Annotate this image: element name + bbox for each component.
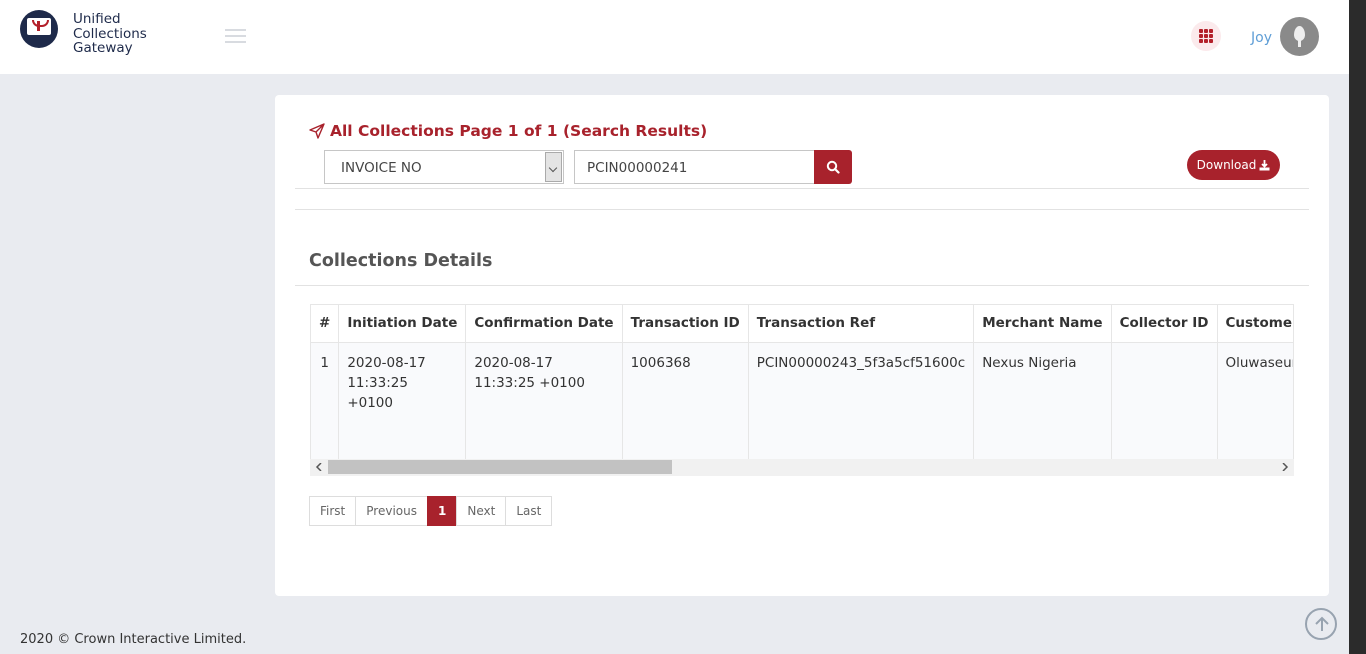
- divider: [295, 285, 1309, 286]
- column-header[interactable]: Confirmation Date: [465, 305, 623, 343]
- logo-line-1: Unified: [73, 11, 121, 27]
- search-button[interactable]: [814, 150, 852, 184]
- table-header-row: # Initiation Date Confirmation Date Tran…: [311, 305, 1293, 343]
- apps-grid-icon: [1199, 29, 1213, 43]
- footer-text: 2020 © Crown Interactive Limited.: [20, 632, 247, 647]
- cell-confirmation-date: 2020-08-17 11:33:25 +0100: [465, 342, 623, 459]
- user-name[interactable]: Joy: [1251, 30, 1272, 46]
- collections-table: # Initiation Date Confirmation Date Tran…: [310, 304, 1294, 476]
- cell-transaction-id: 1006368: [622, 342, 749, 459]
- cell-customer-name: Oluwaseun: [1217, 342, 1293, 459]
- column-header[interactable]: Transaction ID: [622, 305, 749, 343]
- search-input-value: PCIN00000241: [587, 160, 688, 176]
- hamburger-menu-icon[interactable]: [225, 29, 246, 44]
- search-icon: [826, 160, 840, 174]
- apps-grid-button[interactable]: [1191, 21, 1221, 51]
- scroll-right-icon[interactable]: [1281, 463, 1289, 471]
- cell-transaction-ref: PCIN00000243_5f3a5cf51600c: [748, 342, 975, 459]
- download-label: Download: [1196, 158, 1257, 172]
- column-header[interactable]: Transaction Ref: [748, 305, 975, 343]
- column-header[interactable]: #: [311, 305, 340, 343]
- cell-merchant-name: Nexus Nigeria: [973, 342, 1112, 459]
- filter-select[interactable]: INVOICE NO: [324, 150, 564, 184]
- download-icon: [1259, 159, 1270, 170]
- chevron-down-icon[interactable]: [545, 152, 562, 182]
- column-header[interactable]: Collector ID: [1111, 305, 1218, 343]
- top-header: Unified Collections Gateway Joy: [0, 0, 1349, 74]
- scroll-left-icon[interactable]: [315, 463, 323, 471]
- logo-line-2: Collections: [73, 25, 147, 42]
- table-row[interactable]: 1 2020-08-17 11:33:25 +0100 2020-08-17 1…: [311, 342, 1293, 459]
- cell-num: 1: [311, 342, 340, 459]
- logo-text[interactable]: Unified Collections Gateway: [73, 12, 173, 56]
- pager-next[interactable]: Next: [456, 496, 507, 526]
- divider: [295, 209, 1309, 210]
- search-input[interactable]: PCIN00000241: [574, 150, 815, 184]
- logo-line-3: Gateway: [73, 40, 133, 56]
- pagination: First Previous 1 Next Last: [309, 496, 553, 526]
- scrollbar-thumb[interactable]: [328, 460, 672, 474]
- arrow-up-icon: [1315, 616, 1329, 631]
- pager-first[interactable]: First: [309, 496, 357, 526]
- column-header[interactable]: Customer Name: [1217, 305, 1293, 343]
- pager-previous[interactable]: Previous: [355, 496, 428, 526]
- filter-select-value: INVOICE NO: [341, 160, 422, 176]
- page-title: All Collections Page 1 of 1 (Search Resu…: [309, 122, 707, 140]
- cell-initiation-date: 2020-08-17 11:33:25 +0100: [338, 342, 467, 459]
- download-button[interactable]: Download: [1187, 150, 1280, 180]
- user-avatar[interactable]: [1280, 17, 1319, 56]
- pager-current-page[interactable]: 1: [426, 496, 458, 526]
- logo-icon[interactable]: [20, 10, 58, 48]
- section-title: Collections Details: [309, 251, 493, 271]
- page-title-text: All Collections Page 1 of 1 (Search Resu…: [330, 122, 708, 140]
- pager-last[interactable]: Last: [505, 496, 553, 526]
- page-scrollbar[interactable]: [1349, 0, 1366, 654]
- cell-collector-id: [1111, 342, 1218, 459]
- send-icon: [309, 123, 325, 139]
- column-header[interactable]: Initiation Date: [338, 305, 467, 343]
- table-horizontal-scrollbar[interactable]: [310, 459, 1294, 476]
- column-header[interactable]: Merchant Name: [973, 305, 1112, 343]
- scroll-to-top-button[interactable]: [1305, 608, 1337, 640]
- divider: [295, 188, 1309, 189]
- collections-card: All Collections Page 1 of 1 (Search Resu…: [275, 95, 1329, 596]
